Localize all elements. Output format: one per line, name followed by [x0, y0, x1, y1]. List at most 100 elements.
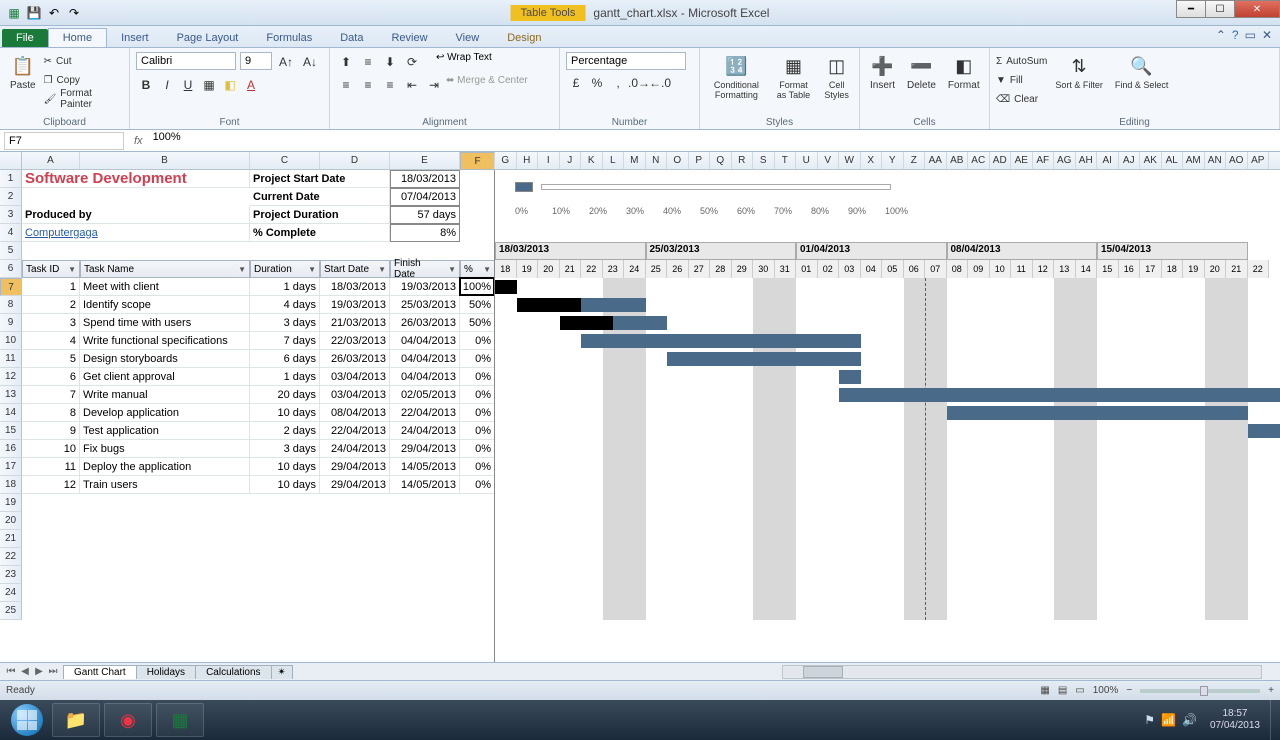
gantt-bar[interactable] — [667, 352, 861, 366]
redo-icon[interactable]: ↷ — [66, 5, 82, 21]
column-header[interactable]: O — [667, 152, 689, 169]
column-header[interactable]: M — [624, 152, 646, 169]
task-start[interactable]: 22/03/2013 — [320, 332, 390, 350]
gantt-bar[interactable] — [839, 370, 861, 384]
zoom-slider[interactable] — [1140, 689, 1260, 693]
task-start[interactable]: 08/04/2013 — [320, 404, 390, 422]
name-box[interactable]: F7 — [4, 132, 124, 150]
task-duration[interactable]: 1 days — [250, 278, 320, 296]
show-desktop-button[interactable] — [1270, 700, 1280, 740]
font-name-select[interactable]: Calibri — [136, 52, 236, 70]
tray-flag-icon[interactable]: ⚑ — [1141, 713, 1158, 727]
row-header[interactable]: 24 — [0, 584, 22, 602]
task-duration[interactable]: 2 days — [250, 422, 320, 440]
task-duration[interactable]: 1 days — [250, 368, 320, 386]
tab-design[interactable]: Design — [493, 29, 555, 47]
row-header[interactable]: 4 — [0, 224, 22, 242]
summary-value[interactable]: 18/03/2013 — [390, 170, 460, 188]
task-start[interactable]: 21/03/2013 — [320, 314, 390, 332]
window-close-icon[interactable]: ✕ — [1262, 28, 1272, 42]
task-name[interactable]: Test application — [80, 422, 250, 440]
summary-label[interactable]: Project Duration — [250, 206, 390, 224]
task-finish[interactable]: 26/03/2013 — [390, 314, 460, 332]
task-finish[interactable]: 24/04/2013 — [390, 422, 460, 440]
column-header[interactable]: J — [560, 152, 582, 169]
task-start[interactable]: 26/03/2013 — [320, 350, 390, 368]
zoom-out-button[interactable]: − — [1126, 685, 1132, 696]
task-finish[interactable]: 29/04/2013 — [390, 440, 460, 458]
column-header[interactable]: U — [796, 152, 818, 169]
percent-icon[interactable]: % — [587, 73, 607, 93]
table-header[interactable]: Task ID▼ — [22, 260, 80, 278]
task-name[interactable]: Develop application — [80, 404, 250, 422]
row-header[interactable]: 14 — [0, 404, 22, 422]
column-header[interactable]: AF — [1033, 152, 1055, 169]
clear-button[interactable]: ⌫Clear — [996, 90, 1047, 108]
cell-styles-button[interactable]: ◫Cell Styles — [820, 52, 853, 102]
author-link[interactable]: Computergaga — [22, 224, 250, 242]
underline-button[interactable]: U — [178, 75, 198, 95]
view-pagebreak-icon[interactable]: ▭ — [1075, 685, 1084, 696]
task-pct[interactable]: 0% — [460, 476, 495, 494]
zoom-level[interactable]: 100% — [1093, 685, 1119, 696]
merge-center-button[interactable]: ⬌ Merge & Center — [446, 75, 528, 95]
minimize-button[interactable]: ━ — [1176, 0, 1206, 18]
zoom-in-button[interactable]: + — [1268, 685, 1274, 696]
bold-button[interactable]: B — [136, 75, 156, 95]
task-finish[interactable]: 14/05/2013 — [390, 458, 460, 476]
task-id[interactable]: 2 — [22, 296, 80, 314]
comma-icon[interactable]: , — [608, 73, 628, 93]
tab-data[interactable]: Data — [326, 29, 377, 47]
filter-dropdown-icon[interactable]: ▼ — [479, 265, 491, 274]
column-header[interactable]: AH — [1076, 152, 1098, 169]
row-header[interactable]: 12 — [0, 368, 22, 386]
row-header[interactable]: 11 — [0, 350, 22, 368]
column-header[interactable]: L — [603, 152, 625, 169]
sheet-tab-active[interactable]: Gantt Chart — [63, 665, 137, 679]
row-header[interactable]: 2 — [0, 188, 22, 206]
table-header[interactable]: Task Name▼ — [80, 260, 250, 278]
summary-label[interactable]: % Complete — [250, 224, 390, 242]
task-pct[interactable]: 0% — [460, 440, 495, 458]
column-header[interactable]: AL — [1162, 152, 1184, 169]
column-header[interactable]: R — [732, 152, 754, 169]
fill-button[interactable]: ▼Fill — [996, 71, 1047, 89]
task-name[interactable]: Get client approval — [80, 368, 250, 386]
summary-value[interactable]: 57 days — [390, 206, 460, 224]
indent-dec-icon[interactable]: ⇤ — [402, 75, 422, 95]
column-header[interactable]: C — [250, 152, 320, 169]
wrap-text-button[interactable]: ↩ Wrap Text — [436, 52, 492, 72]
task-finish[interactable]: 04/04/2013 — [390, 350, 460, 368]
task-chrome[interactable]: ◉ — [104, 703, 152, 737]
task-id[interactable]: 4 — [22, 332, 80, 350]
task-duration[interactable]: 10 days — [250, 476, 320, 494]
summary-label[interactable]: Project Start Date — [250, 170, 390, 188]
column-header[interactable]: AD — [990, 152, 1012, 169]
format-cells-button[interactable]: ◧Format — [944, 52, 984, 93]
task-duration[interactable]: 20 days — [250, 386, 320, 404]
column-header[interactable]: F — [460, 152, 495, 170]
align-center-icon[interactable]: ≡ — [358, 75, 378, 95]
column-header[interactable]: AG — [1054, 152, 1076, 169]
task-duration[interactable]: 10 days — [250, 458, 320, 476]
summary-value[interactable]: 8% — [390, 224, 460, 242]
task-pct[interactable]: 0% — [460, 404, 495, 422]
task-finish[interactable]: 04/04/2013 — [390, 332, 460, 350]
fill-color-button[interactable]: ◧ — [220, 75, 240, 95]
task-start[interactable]: 29/04/2013 — [320, 458, 390, 476]
start-button[interactable] — [4, 702, 50, 738]
row-header[interactable]: 15 — [0, 422, 22, 440]
column-header[interactable]: AK — [1140, 152, 1162, 169]
task-name[interactable]: Identify scope — [80, 296, 250, 314]
maximize-button[interactable]: ☐ — [1205, 0, 1235, 18]
row-header[interactable]: 20 — [0, 512, 22, 530]
row-header[interactable]: 23 — [0, 566, 22, 584]
row-header[interactable]: 22 — [0, 548, 22, 566]
increase-decimal-icon[interactable]: .0→ — [629, 73, 649, 93]
column-header[interactable]: AB — [947, 152, 969, 169]
task-name[interactable]: Write functional specifications — [80, 332, 250, 350]
undo-icon[interactable]: ↶ — [46, 5, 62, 21]
filter-dropdown-icon[interactable]: ▼ — [444, 265, 456, 274]
filter-dropdown-icon[interactable]: ▼ — [64, 265, 76, 274]
table-header[interactable]: %▼ — [460, 260, 495, 278]
